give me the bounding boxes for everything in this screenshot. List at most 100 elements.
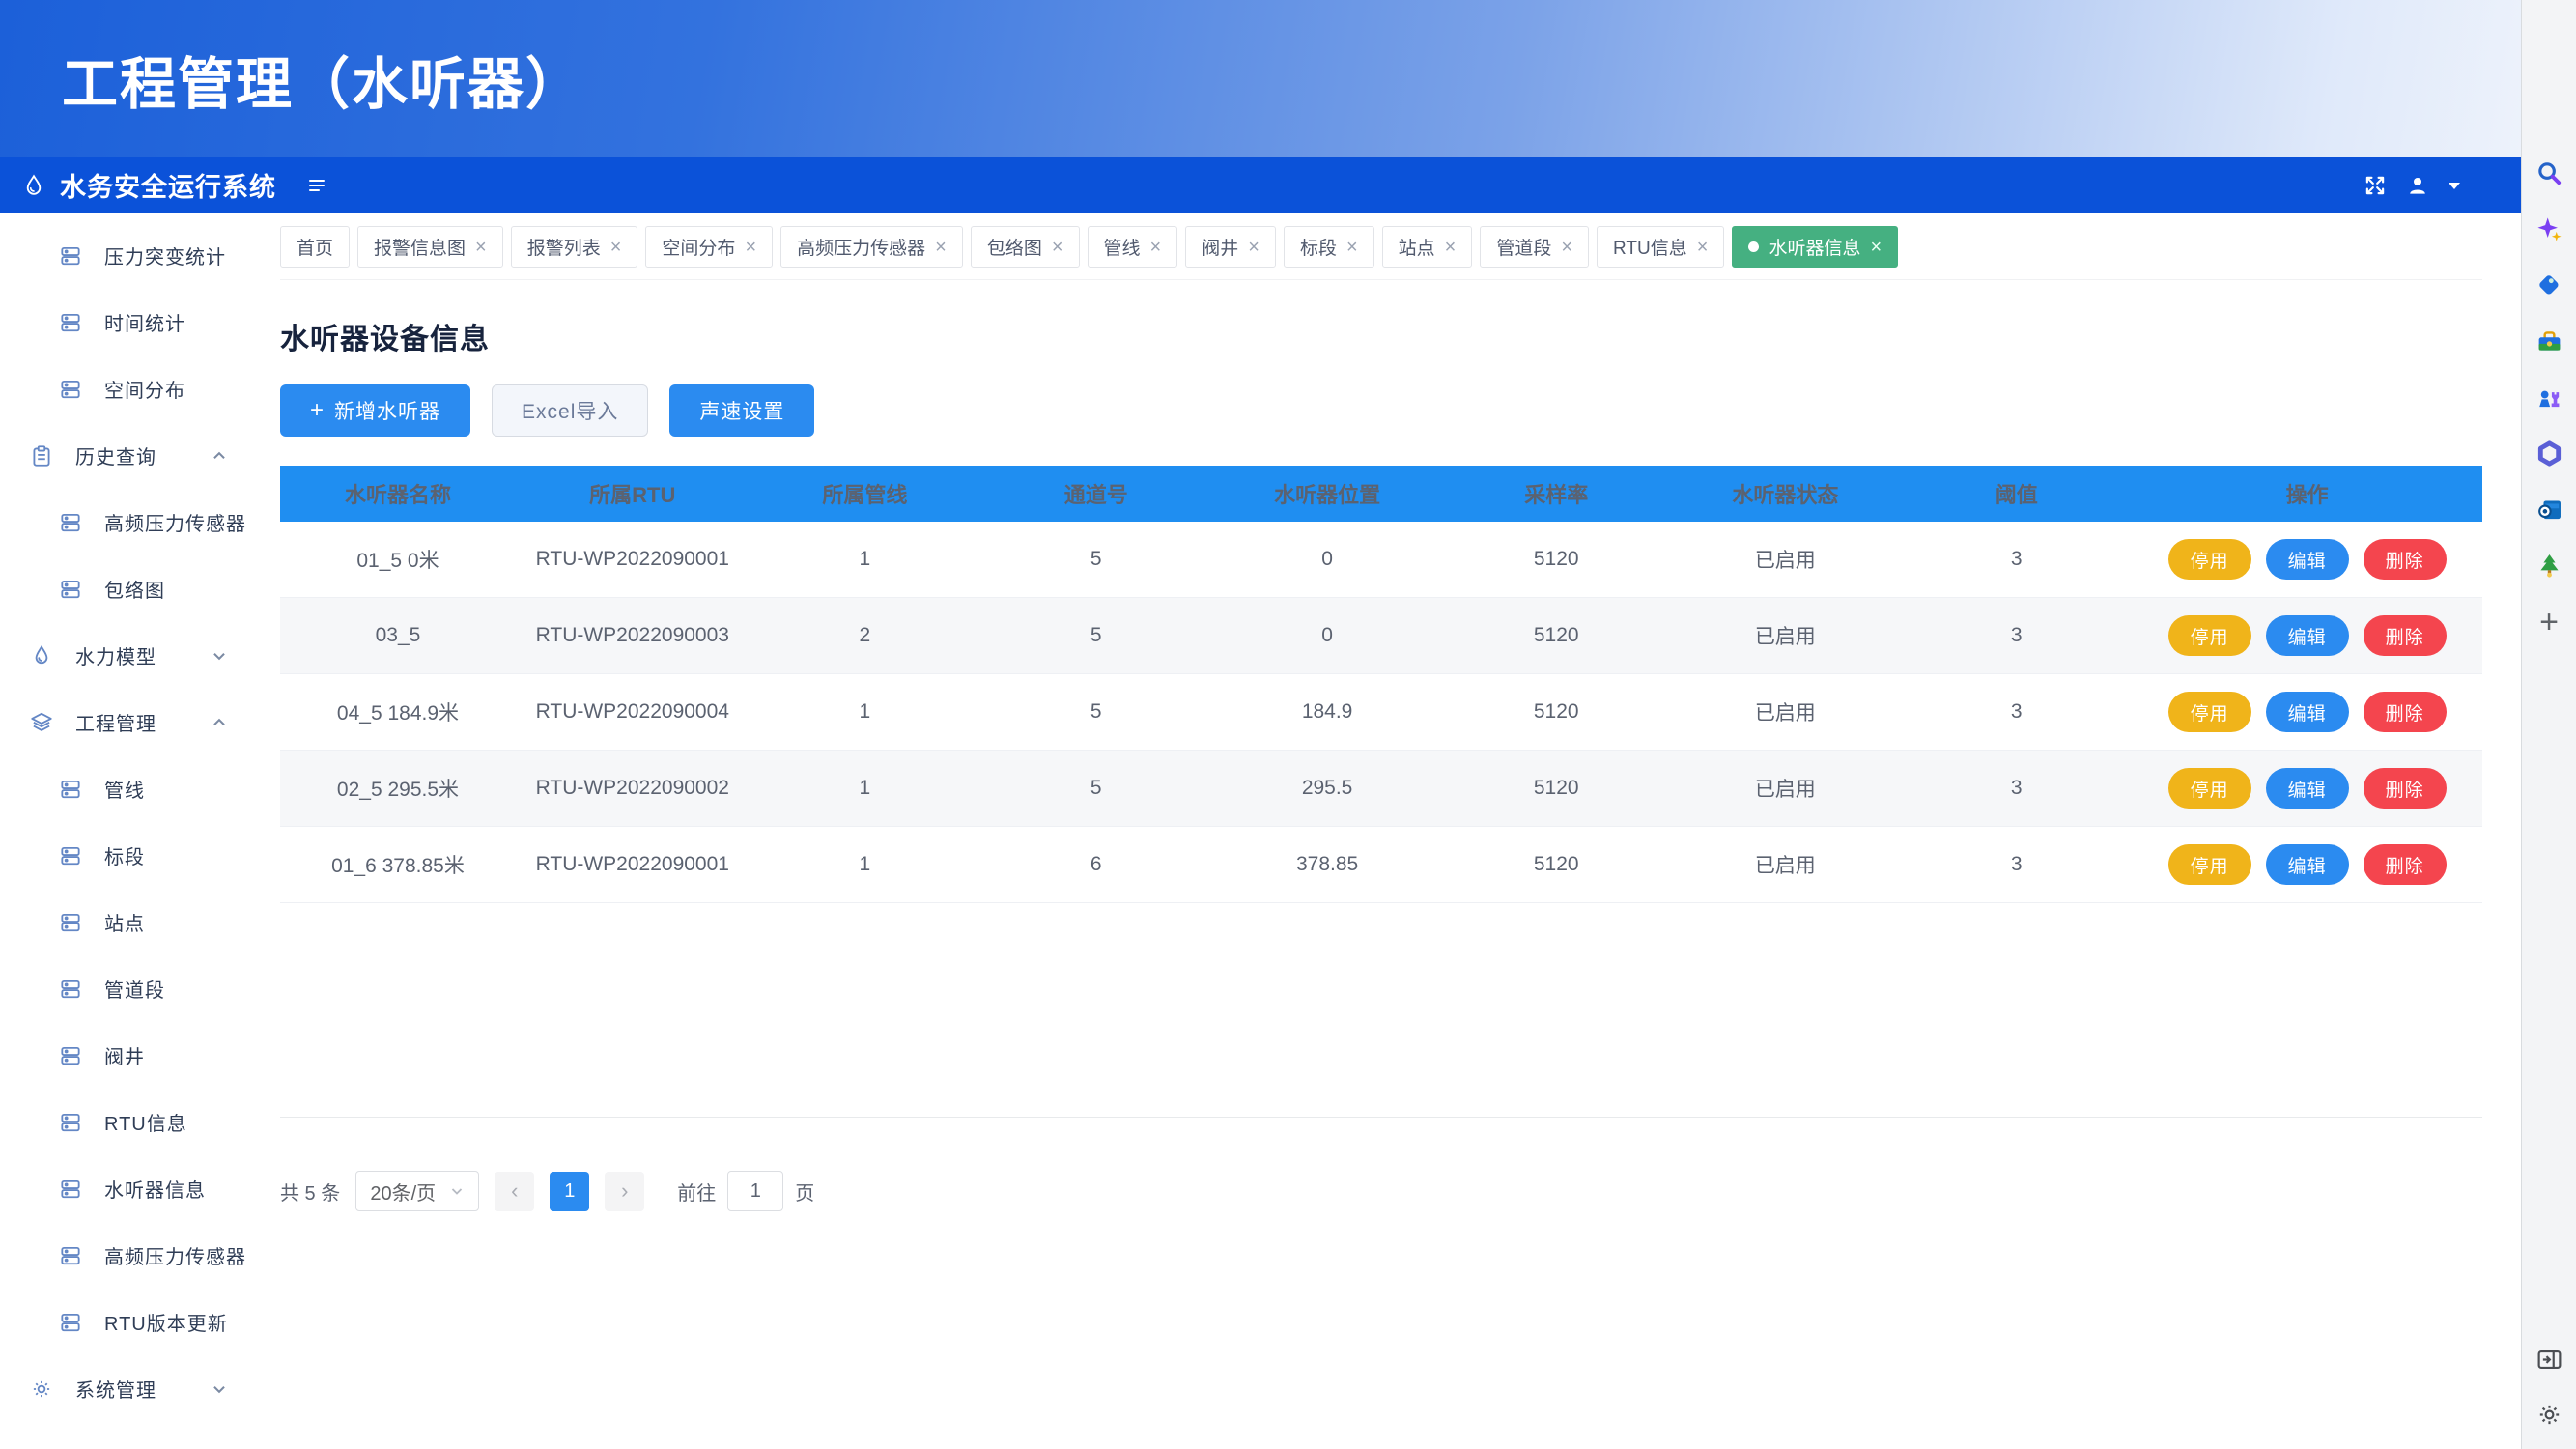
tab-rtu-info[interactable]: RTU信息×: [1597, 226, 1724, 268]
collection-icon: [58, 310, 83, 335]
close-icon[interactable]: ×: [1052, 238, 1063, 257]
user-icon[interactable]: [2405, 173, 2430, 198]
disable-button[interactable]: 停用: [2168, 539, 2251, 580]
close-icon[interactable]: ×: [1248, 238, 1260, 257]
tab-valve-well[interactable]: 阀井×: [1185, 226, 1276, 268]
games-icon[interactable]: [2534, 383, 2564, 412]
add-hydrophone-button[interactable]: + 新增水听器: [280, 384, 470, 437]
sidebar-section-hydraulic-model[interactable]: 水力模型: [0, 622, 253, 689]
delete-button[interactable]: 删除: [2364, 844, 2447, 885]
sidebar-item-rtu-version-update[interactable]: RTU版本更新: [0, 1289, 253, 1355]
cell-sample-rate: 5120: [1443, 777, 1670, 800]
sidebar-item-hf-pressure-sensor[interactable]: 高频压力传感器: [0, 489, 253, 555]
cell-hydrophone-name: 01_6 378.85米: [280, 850, 516, 879]
cell-sample-rate: 5120: [1443, 624, 1670, 647]
disable-button[interactable]: 停用: [2168, 768, 2251, 809]
sidebar-section-project-management[interactable]: 工程管理: [0, 689, 253, 755]
disable-button[interactable]: 停用: [2168, 615, 2251, 656]
delete-button[interactable]: 删除: [2364, 692, 2447, 732]
sidebar-item-valve-well[interactable]: 阀井: [0, 1022, 253, 1089]
close-icon[interactable]: ×: [1150, 238, 1162, 257]
column-header: 采样率: [1443, 478, 1670, 509]
tab-pipe-segment[interactable]: 管道段×: [1480, 226, 1589, 268]
edit-button[interactable]: 编辑: [2266, 768, 2349, 809]
delete-button[interactable]: 删除: [2364, 615, 2447, 656]
sidebar-section-system-management[interactable]: 系统管理: [0, 1355, 253, 1422]
table-row: 01_5 0米 RTU-WP2022090001 1 5 0 5120 已启用 …: [280, 522, 2482, 598]
goto-label: 前往: [677, 1178, 716, 1206]
sidebar-section-label: 系统管理: [75, 1375, 156, 1403]
sidebar-item-station[interactable]: 站点: [0, 889, 253, 955]
sidebar-item-rtu-info[interactable]: RTU信息: [0, 1089, 253, 1155]
cell-position: 184.9: [1211, 700, 1442, 724]
tab-alarm-info-chart[interactable]: 报警信息图×: [357, 226, 503, 268]
add-icon[interactable]: +: [2534, 607, 2564, 637]
sidebar-item-pipe-segment[interactable]: 管道段: [0, 955, 253, 1022]
fullscreen-icon[interactable]: [2363, 173, 2388, 198]
edit-button[interactable]: 编辑: [2266, 615, 2349, 656]
close-icon[interactable]: ×: [1445, 238, 1457, 257]
tab-alarm-list[interactable]: 报警列表×: [511, 226, 638, 268]
close-icon[interactable]: ×: [1346, 238, 1358, 257]
tab-home[interactable]: 首页: [280, 226, 350, 268]
close-icon[interactable]: ×: [745, 238, 756, 257]
shopping-tag-icon[interactable]: [2534, 270, 2564, 300]
toolbox-icon[interactable]: [2534, 327, 2564, 356]
sound-speed-settings-button[interactable]: 声速设置: [669, 384, 814, 437]
close-icon[interactable]: ×: [1561, 238, 1572, 257]
outlook-icon[interactable]: [2534, 495, 2564, 525]
sidebar-item-pressure-surge-stats[interactable]: 压力突变统计: [0, 222, 253, 289]
tab-bid-section[interactable]: 标段×: [1284, 226, 1374, 268]
close-icon[interactable]: ×: [1870, 238, 1882, 257]
excel-import-button[interactable]: Excel导入: [492, 384, 648, 437]
settings-icon[interactable]: [2534, 1400, 2564, 1430]
cell-hydrophone-name: 03_5: [280, 624, 516, 647]
panel-collapse-icon[interactable]: [2534, 1345, 2564, 1375]
copilot-icon[interactable]: [2534, 214, 2564, 244]
cell-status: 已启用: [1670, 621, 1901, 650]
tab-envelope-chart[interactable]: 包络图×: [971, 226, 1080, 268]
close-icon[interactable]: ×: [475, 238, 487, 257]
disable-button[interactable]: 停用: [2168, 844, 2251, 885]
m365-icon[interactable]: [2534, 439, 2564, 469]
sidebar-section-history-query[interactable]: 历史查询: [0, 422, 253, 489]
delete-button[interactable]: 删除: [2364, 768, 2447, 809]
tab-spatial-distribution[interactable]: 空间分布×: [645, 226, 773, 268]
page-number-current[interactable]: 1: [550, 1172, 589, 1211]
tab-station[interactable]: 站点×: [1382, 226, 1473, 268]
search-icon[interactable]: [2534, 158, 2564, 188]
menu-fold-icon[interactable]: [305, 174, 328, 197]
column-header: 所属管线: [750, 478, 980, 509]
sidebar-item-spatial-distribution[interactable]: 空间分布: [0, 355, 253, 422]
sidebar-item-envelope-chart[interactable]: 包络图: [0, 555, 253, 622]
collection-icon: [58, 1177, 83, 1202]
tab-hydrophone-info[interactable]: 水听器信息×: [1732, 226, 1898, 268]
sidebar-item-hydrophone-info[interactable]: 水听器信息: [0, 1155, 253, 1222]
sidebar-item-hf-pressure-sensor-mgmt[interactable]: 高频压力传感器: [0, 1222, 253, 1289]
caret-down-icon[interactable]: [2448, 181, 2461, 190]
sidebar-item-time-stats[interactable]: 时间统计: [0, 289, 253, 355]
collection-icon: [58, 843, 83, 868]
disable-button[interactable]: 停用: [2168, 692, 2251, 732]
edit-button[interactable]: 编辑: [2266, 692, 2349, 732]
tab-pipeline[interactable]: 管线×: [1088, 226, 1178, 268]
edit-button[interactable]: 编辑: [2266, 539, 2349, 580]
close-icon[interactable]: ×: [935, 238, 947, 257]
tab-hf-pressure-sensor[interactable]: 高频压力传感器×: [780, 226, 963, 268]
page-size-select[interactable]: 20条/页: [355, 1171, 479, 1211]
goto-page-input[interactable]: [727, 1171, 783, 1211]
sidebar-item-pipeline[interactable]: 管线: [0, 755, 253, 822]
close-icon[interactable]: ×: [1697, 238, 1709, 257]
prev-page-button[interactable]: ‹: [495, 1172, 534, 1211]
sidebar-item-label: 站点: [104, 908, 145, 936]
sidebar-item-label: 管道段: [104, 975, 165, 1003]
tree-game-icon[interactable]: [2534, 551, 2564, 581]
sidebar-item-bid-section[interactable]: 标段: [0, 822, 253, 889]
cell-hydrophone-name: 04_5 184.9米: [280, 697, 516, 726]
chevron-up-icon: [211, 447, 228, 465]
close-icon[interactable]: ×: [610, 238, 622, 257]
edit-button[interactable]: 编辑: [2266, 844, 2349, 885]
next-page-button[interactable]: ›: [605, 1172, 644, 1211]
delete-button[interactable]: 删除: [2364, 539, 2447, 580]
sidebar-item-label: 阀井: [104, 1041, 145, 1069]
